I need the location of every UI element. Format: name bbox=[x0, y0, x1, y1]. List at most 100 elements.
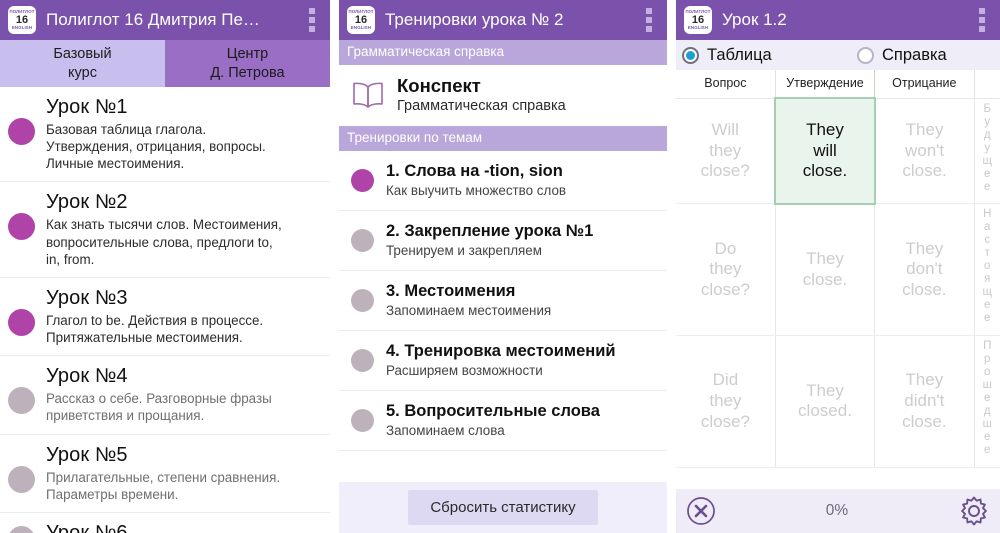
status-dot-icon bbox=[351, 228, 374, 252]
list-item[interactable]: 1. Слова на -tion, sion Как выучить множ… bbox=[339, 151, 667, 212]
panel-course-list: ПОЛИГЛОТ 16 ENGLISH Полиглот 16 Дмитрия … bbox=[0, 0, 330, 533]
kebab-menu-icon[interactable] bbox=[639, 8, 659, 32]
cell-affirmative-past[interactable]: They closed. bbox=[775, 335, 876, 468]
app-logo-number: 16 bbox=[354, 13, 368, 26]
page-title: Урок 1.2 bbox=[722, 10, 787, 29]
status-dot-icon bbox=[351, 348, 374, 372]
screenshot-stage: ПОЛИГЛОТ 16 ENGLISH Полиглот 16 Дмитрия … bbox=[0, 0, 1000, 533]
training-subtitle: Как выучить множество слов bbox=[386, 183, 567, 199]
lesson-list: Урок №1 Базовая таблица глагола. Утвержд… bbox=[0, 87, 330, 533]
conjugation-table: Вопрос Утверждение Отрицание Will they c… bbox=[676, 70, 1000, 468]
tab-basic-course[interactable]: Базовый курс bbox=[0, 40, 165, 87]
lesson-description: Базовая таблица глагола. Утверждения, от… bbox=[46, 122, 266, 172]
cell-negative-past[interactable]: They didn't close. bbox=[874, 335, 975, 468]
bottom-toolbar: 0% bbox=[676, 489, 1000, 533]
appbar-panel2: ПОЛИГЛОТ 16 ENGLISH Тренировки урока № 2 bbox=[339, 0, 667, 40]
tab-petrov-center-line1: Центр bbox=[226, 46, 269, 63]
lesson-title: Урок №6 bbox=[46, 521, 128, 533]
cell-negative-present[interactable]: They don't close. bbox=[874, 203, 975, 336]
cell-question-past[interactable]: Did they close? bbox=[676, 335, 776, 468]
app-logo-number: 16 bbox=[15, 13, 29, 26]
app-logo-icon: ПОЛИГЛОТ 16 ENGLISH bbox=[347, 6, 375, 34]
list-item[interactable]: Урок №2 Как знать тысячи слов. Местоимен… bbox=[0, 182, 330, 278]
tab-basic-course-line2: курс bbox=[68, 64, 97, 81]
reset-bar: Сбросить статистику bbox=[339, 482, 667, 533]
close-circle-icon[interactable] bbox=[686, 496, 716, 526]
radio-option-table-label: Таблица bbox=[707, 45, 772, 64]
cell-question-future[interactable]: Will they close? bbox=[676, 98, 776, 205]
section-header-trainings: Тренировки по темам bbox=[339, 126, 667, 152]
training-subtitle: Запоминаем слова bbox=[386, 423, 505, 439]
training-title: 1. Слова на -tion, sion bbox=[386, 162, 563, 181]
status-dot-icon bbox=[8, 465, 35, 493]
training-list: 1. Слова на -tion, sion Как выучить множ… bbox=[339, 151, 667, 452]
training-title: 4. Тренировка местоимений bbox=[386, 342, 616, 361]
section-header-reference: Грамматическая справка bbox=[339, 40, 667, 66]
gear-icon[interactable] bbox=[958, 495, 990, 527]
column-header-affirmative: Утверждение bbox=[774, 70, 876, 99]
konspekt-subtitle: Грамматическая справка bbox=[397, 98, 566, 115]
page-title: Полиглот 16 Дмитрия Пе… bbox=[46, 10, 260, 29]
status-dot-icon bbox=[8, 387, 35, 415]
status-dot-icon bbox=[351, 288, 374, 312]
list-item[interactable]: 3. Местоимения Запоминаем местоимения bbox=[339, 271, 667, 332]
radio-button-icon bbox=[857, 46, 874, 64]
list-item[interactable]: 4. Тренировка местоимений Расширяем возм… bbox=[339, 331, 667, 392]
radio-button-icon bbox=[682, 46, 699, 64]
table-header-row: Вопрос Утверждение Отрицание bbox=[676, 70, 1000, 99]
lesson-title: Урок №5 bbox=[46, 443, 128, 466]
panel-lesson-trainings: ПОЛИГЛОТ 16 ENGLISH Тренировки урока № 2… bbox=[339, 0, 667, 533]
lesson-title: Урок №4 bbox=[46, 365, 128, 388]
row-header-present-label: Настоящее bbox=[981, 208, 994, 326]
training-title: 2. Закрепление урока №1 bbox=[386, 222, 594, 241]
app-logo-icon: ПОЛИГЛОТ 16 ENGLISH bbox=[684, 6, 712, 34]
row-header-future-label: Будущее bbox=[981, 102, 994, 194]
kebab-menu-icon[interactable] bbox=[302, 8, 322, 32]
radio-option-reference[interactable]: Справка bbox=[857, 46, 947, 65]
kebab-menu-icon[interactable] bbox=[972, 8, 992, 32]
list-item[interactable]: Урок №1 Базовая таблица глагола. Утвержд… bbox=[0, 87, 330, 183]
list-item[interactable]: 2. Закрепление урока №1 Тренируем и закр… bbox=[339, 211, 667, 272]
panel-divider bbox=[667, 0, 676, 533]
app-logo-bottom: ENGLISH bbox=[11, 24, 33, 30]
row-header-past-label: Прошедшее bbox=[981, 339, 994, 457]
table-row: Will they close? They will close. They w… bbox=[676, 97, 1000, 205]
panel-divider bbox=[330, 0, 339, 533]
appbar-panel3: ПОЛИГЛОТ 16 ENGLISH Урок 1.2 bbox=[676, 0, 1000, 40]
status-dot-icon bbox=[8, 308, 35, 336]
column-header-negative: Отрицание bbox=[874, 70, 975, 99]
tab-basic-course-line1: Базовый bbox=[53, 46, 112, 63]
training-subtitle: Расширяем возможности bbox=[386, 363, 543, 379]
status-dot-icon bbox=[351, 168, 374, 192]
list-item[interactable]: Урок №6 bbox=[0, 513, 330, 533]
appbar-panel1: ПОЛИГЛОТ 16 ENGLISH Полиглот 16 Дмитрия … bbox=[0, 0, 330, 40]
tab-petrov-center[interactable]: Центр Д. Петрова bbox=[165, 40, 330, 87]
list-item[interactable]: Урок №5 Прилагательные, степени сравнени… bbox=[0, 435, 330, 513]
cell-affirmative-present[interactable]: They close. bbox=[775, 203, 876, 336]
course-tabs: Базовый курс Центр Д. Петрова bbox=[0, 40, 330, 87]
cell-negative-future[interactable]: They won't close. bbox=[874, 98, 975, 205]
lesson-description: Глагол to be. Действия в процессе. Притя… bbox=[46, 312, 264, 346]
lesson-description: Прилагательные, степени сравнения. Парам… bbox=[46, 469, 281, 502]
column-header-tense bbox=[974, 70, 1000, 99]
training-title: 3. Местоимения bbox=[386, 282, 516, 301]
list-item[interactable]: Урок №4 Рассказ о себе. Разговорные фраз… bbox=[0, 356, 330, 435]
lesson-title: Урок №1 bbox=[46, 96, 128, 118]
konspekt-item[interactable]: Конспект Грамматическая справка bbox=[339, 65, 667, 127]
table-row: Do they close? They close. They don't cl… bbox=[676, 203, 1000, 336]
cell-question-present[interactable]: Do they close? bbox=[676, 203, 776, 336]
row-header-past: Прошедшее bbox=[973, 335, 1000, 468]
reset-statistics-button[interactable]: Сбросить статистику bbox=[408, 490, 598, 525]
list-item[interactable]: 5. Вопросительные слова Запоминаем слова bbox=[339, 391, 667, 452]
radio-option-table[interactable]: Таблица bbox=[682, 46, 857, 65]
tab-petrov-center-line2: Д. Петрова bbox=[210, 64, 285, 81]
book-icon bbox=[353, 82, 383, 108]
cell-affirmative-future[interactable]: They will close. bbox=[774, 97, 876, 205]
lesson-title: Урок №2 bbox=[46, 191, 128, 214]
list-item[interactable]: Урок №3 Глагол to be. Действия в процесс… bbox=[0, 278, 330, 357]
conjugation-table-wrap: Вопрос Утверждение Отрицание Will they c… bbox=[676, 70, 1000, 468]
training-subtitle: Запоминаем местоимения bbox=[386, 303, 552, 319]
status-dot-icon bbox=[351, 408, 374, 432]
konspekt-title: Конспект bbox=[397, 75, 481, 97]
app-logo-bottom: ENGLISH bbox=[350, 24, 372, 30]
